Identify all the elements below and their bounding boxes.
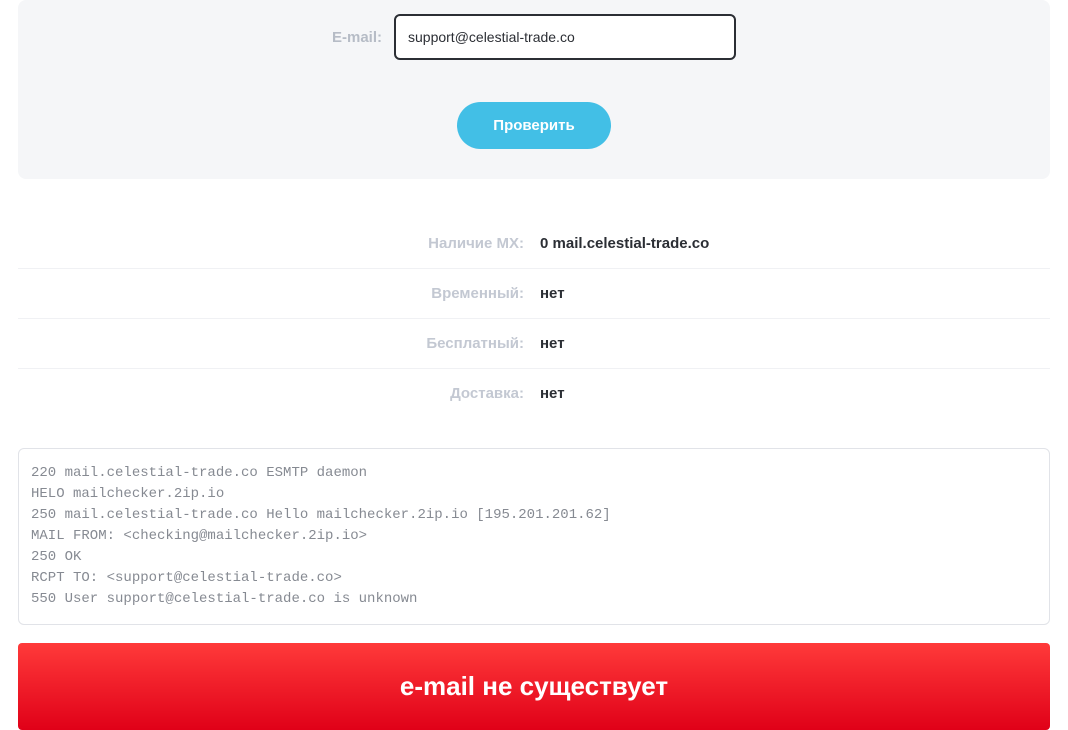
delivery-label: Доставка: bbox=[18, 385, 534, 402]
button-row: Проверить bbox=[38, 102, 1030, 149]
delivery-value: нет bbox=[534, 385, 1050, 402]
result-list: Наличие MX: 0 mail.celestial-trade.co Вр… bbox=[18, 219, 1050, 418]
free-value: нет bbox=[534, 335, 1050, 352]
email-label: E-mail: bbox=[332, 29, 382, 46]
result-row-mx: Наличие MX: 0 mail.celestial-trade.co bbox=[18, 219, 1050, 269]
temporary-value: нет bbox=[534, 285, 1050, 302]
email-input[interactable] bbox=[394, 14, 736, 60]
result-row-delivery: Доставка: нет bbox=[18, 369, 1050, 418]
free-label: Бесплатный: bbox=[18, 335, 534, 352]
result-alert: e-mail не существует bbox=[18, 643, 1050, 730]
mx-value: 0 mail.celestial-trade.co bbox=[534, 235, 1050, 252]
mx-label: Наличие MX: bbox=[18, 235, 534, 252]
check-button[interactable]: Проверить bbox=[457, 102, 610, 149]
email-row: E-mail: bbox=[38, 14, 1030, 60]
smtp-log: 220 mail.celestial-trade.co ESMTP daemon… bbox=[18, 448, 1050, 625]
result-row-free: Бесплатный: нет bbox=[18, 319, 1050, 369]
temporary-label: Временный: bbox=[18, 285, 534, 302]
result-row-temporary: Временный: нет bbox=[18, 269, 1050, 319]
email-check-form: E-mail: Проверить bbox=[18, 0, 1050, 179]
